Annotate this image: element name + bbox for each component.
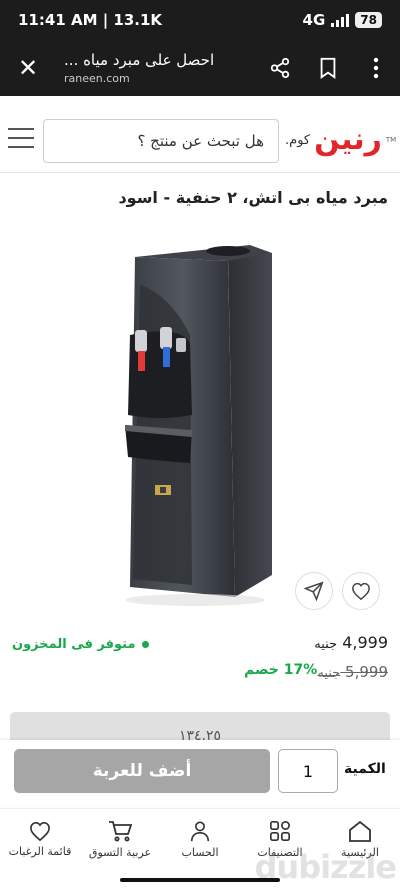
more-options-icon[interactable]	[352, 40, 400, 96]
search-placeholder: هل تبحث عن منتج ؟	[137, 132, 264, 150]
share-icon[interactable]	[256, 40, 304, 96]
price-currency: جنيه	[314, 637, 338, 652]
browser-bar: ✕ احصل على مبرد مياه ... raneen.com	[0, 40, 400, 96]
signal-icon	[331, 13, 350, 27]
current-price: 4,999 جنيه	[314, 633, 388, 652]
wishlist-heart-icon[interactable]	[342, 572, 380, 610]
user-icon	[190, 821, 210, 842]
site-header: هل تبحث عن منتج ؟ .كوم رنين TM	[0, 114, 400, 170]
logo-domain: .كوم	[285, 132, 311, 148]
installment-bar: ١٣٤.٢٥	[10, 712, 390, 740]
nav-wishlist[interactable]: قائمة الرغبات	[0, 809, 80, 870]
close-icon[interactable]: ✕	[0, 40, 56, 96]
stock-dot-icon	[141, 641, 149, 648]
nav-wishlist-label: قائمة الرغبات	[8, 845, 72, 858]
stock-status: متوفر فى المخزون	[12, 637, 149, 652]
menu-icon[interactable]	[8, 126, 34, 150]
browser-page-title: احصل على مبرد مياه ...	[64, 51, 215, 69]
old-price-currency: جنيه	[317, 666, 341, 681]
nav-home-label: الرئيسية	[341, 846, 379, 859]
nav-home[interactable]: الرئيسية	[320, 809, 400, 870]
share-product-icon[interactable]	[295, 572, 333, 610]
nav-account-label: الحساب	[181, 846, 219, 859]
site-logo[interactable]: .كوم رنين TM	[285, 120, 397, 160]
bottom-nav: قائمة الرغبات عربية التسوق الحساب التصني…	[0, 808, 400, 870]
logo-tm: TM	[385, 136, 397, 144]
status-time: 11:41 AM | 13.1K	[18, 11, 163, 29]
browser-url: raneen.com	[64, 72, 130, 85]
product-title: مبرد مياه بى اتش، ٢ حنفية - اسود	[118, 188, 388, 207]
nav-categories-label: التصنيفات	[257, 846, 303, 859]
nav-cart[interactable]: عربية التسوق	[80, 809, 160, 870]
old-price: 5,999 جنيه	[317, 663, 388, 681]
logo-brand: رنين	[314, 122, 382, 157]
old-price-value: 5,999	[345, 663, 388, 681]
bookmark-icon[interactable]	[304, 40, 352, 96]
status-right: 4G 78	[303, 11, 382, 29]
categories-icon	[270, 821, 290, 841]
battery-icon: 78	[355, 12, 382, 28]
price-value: 4,999	[342, 633, 388, 652]
heart-icon	[30, 821, 50, 841]
quantity-label: الكمية	[344, 761, 386, 777]
nav-categories[interactable]: التصنيفات	[240, 809, 320, 870]
network-type: 4G	[302, 11, 326, 29]
nav-cart-label: عربية التسوق	[88, 846, 152, 859]
product-image[interactable]	[100, 225, 300, 615]
discount-badge: 17% خصم	[244, 662, 318, 678]
gesture-bar[interactable]	[120, 878, 280, 882]
search-input[interactable]: هل تبحث عن منتج ؟	[43, 119, 279, 163]
stock-status-text: متوفر فى المخزون	[12, 637, 136, 652]
header-divider	[0, 172, 400, 173]
installment-partial-text: ١٣٤.٢٥	[178, 728, 222, 740]
add-to-cart-bar: أضف للعربة 1 الكمية	[0, 740, 400, 806]
quantity-input[interactable]: 1	[278, 749, 338, 793]
nav-account[interactable]: الحساب	[160, 809, 240, 870]
home-icon	[349, 820, 371, 842]
status-bar: 11:41 AM | 13.1K 4G 78	[0, 0, 400, 40]
add-to-cart-button[interactable]: أضف للعربة	[14, 749, 270, 793]
cart-icon	[109, 821, 132, 842]
browser-url-box[interactable]: احصل على مبرد مياه ... raneen.com	[56, 51, 256, 85]
